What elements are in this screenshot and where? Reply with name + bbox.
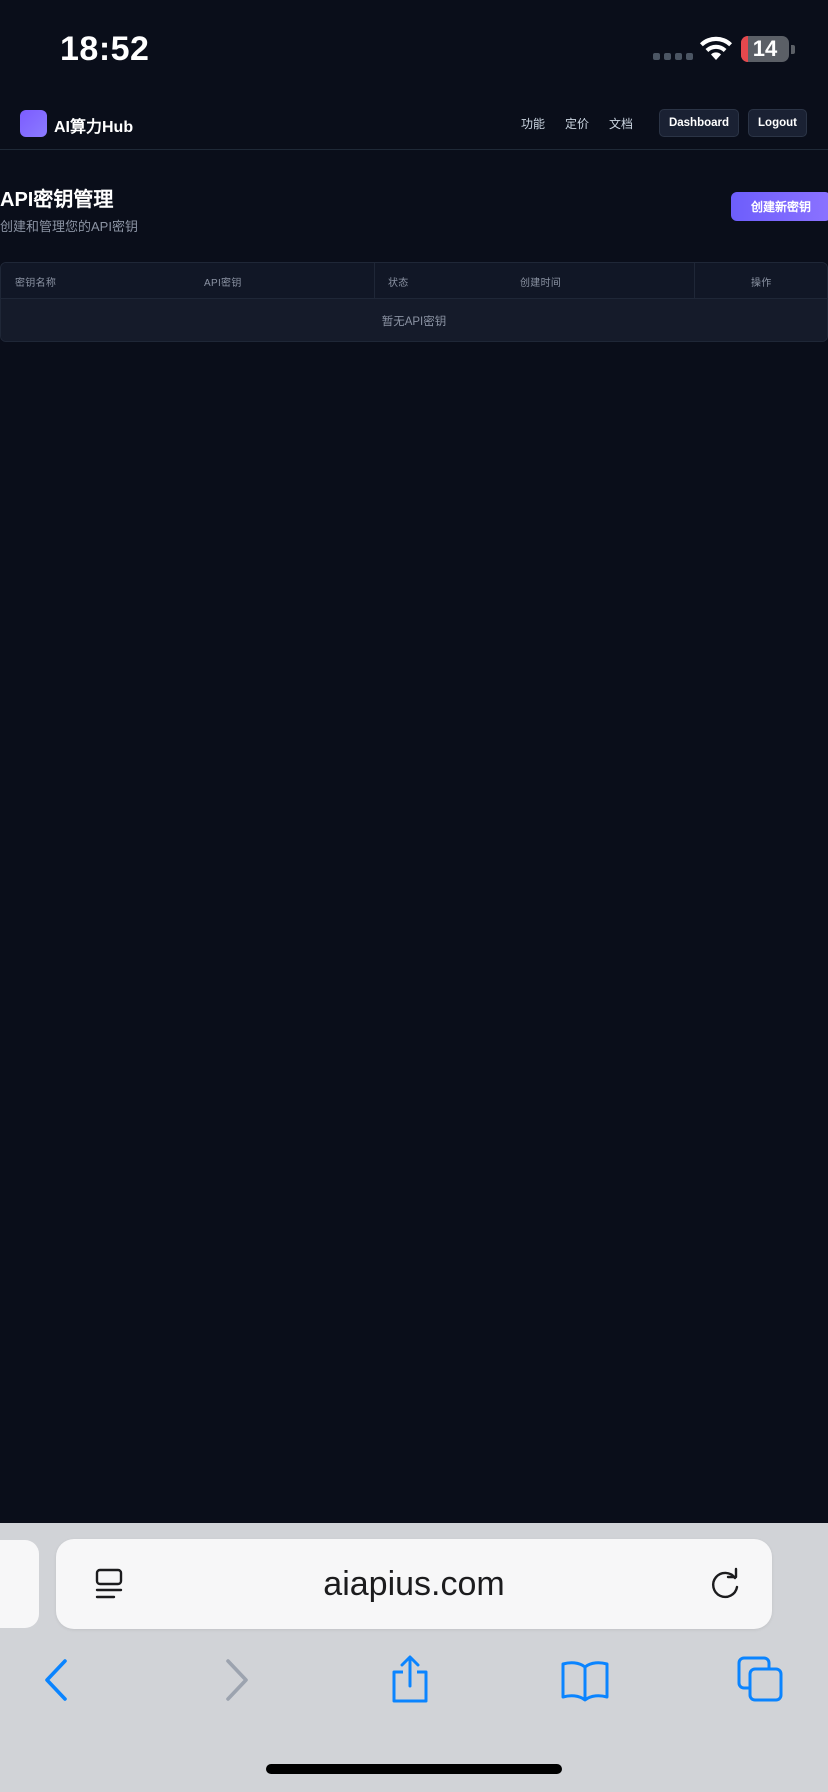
column-header-key-name: 密钥名称 — [15, 277, 57, 289]
nav-link-features[interactable]: 功能 — [521, 115, 545, 132]
previous-tab-preview[interactable] — [0, 1540, 39, 1628]
logo-icon[interactable] — [20, 110, 47, 137]
forward-icon[interactable] — [210, 1655, 260, 1705]
column-header-status: 状态 — [388, 277, 409, 289]
table-empty-row: 暂无API密钥 — [1, 299, 827, 341]
column-divider — [374, 263, 375, 299]
column-header-actions: 操作 — [751, 277, 772, 289]
battery-cap — [791, 45, 795, 54]
brand-name[interactable]: AI算力Hub — [54, 113, 133, 137]
top-navigation: AI算力Hub 功能 定价 文档 Dashboard Logout — [0, 100, 828, 150]
page-title: API密钥管理 — [0, 189, 114, 211]
reload-icon[interactable] — [706, 1565, 744, 1603]
wifi-icon — [700, 36, 732, 60]
empty-state-text: 暂无API密钥 — [381, 316, 447, 328]
page-subtitle: 创建和管理您的API密钥 — [0, 219, 138, 234]
back-icon[interactable] — [33, 1655, 83, 1705]
status-time: 18:52 — [60, 30, 150, 68]
status-bar: 18:52 14 — [0, 0, 828, 100]
table-header: 密钥名称 API密钥 状态 创建时间 操作 — [1, 263, 827, 299]
create-key-button[interactable]: 创建新密钥 — [731, 192, 828, 221]
column-header-api-key: API密钥 — [204, 277, 242, 289]
battery-percentage: 14 — [752, 36, 778, 61]
cellular-signal-icon — [653, 53, 693, 60]
bookmarks-icon[interactable] — [560, 1655, 610, 1705]
dashboard-button[interactable]: Dashboard — [659, 109, 739, 137]
api-keys-table: 密钥名称 API密钥 状态 创建时间 操作 暂无API密钥 — [0, 262, 828, 342]
reader-page-menu-icon[interactable] — [90, 1565, 128, 1603]
nav-link-pricing[interactable]: 定价 — [565, 115, 589, 132]
tabs-icon[interactable] — [736, 1655, 786, 1705]
nav-link-docs[interactable]: 文档 — [609, 115, 633, 132]
home-indicator — [266, 1764, 562, 1774]
share-icon[interactable] — [385, 1655, 435, 1705]
column-divider — [694, 263, 695, 299]
logout-button[interactable]: Logout — [748, 109, 807, 137]
column-header-created-at: 创建时间 — [520, 277, 562, 289]
address-bar[interactable]: aiapius.com — [56, 1539, 772, 1629]
battery-icon: 14 — [741, 36, 789, 62]
url-text[interactable]: aiapius.com — [56, 1539, 772, 1629]
